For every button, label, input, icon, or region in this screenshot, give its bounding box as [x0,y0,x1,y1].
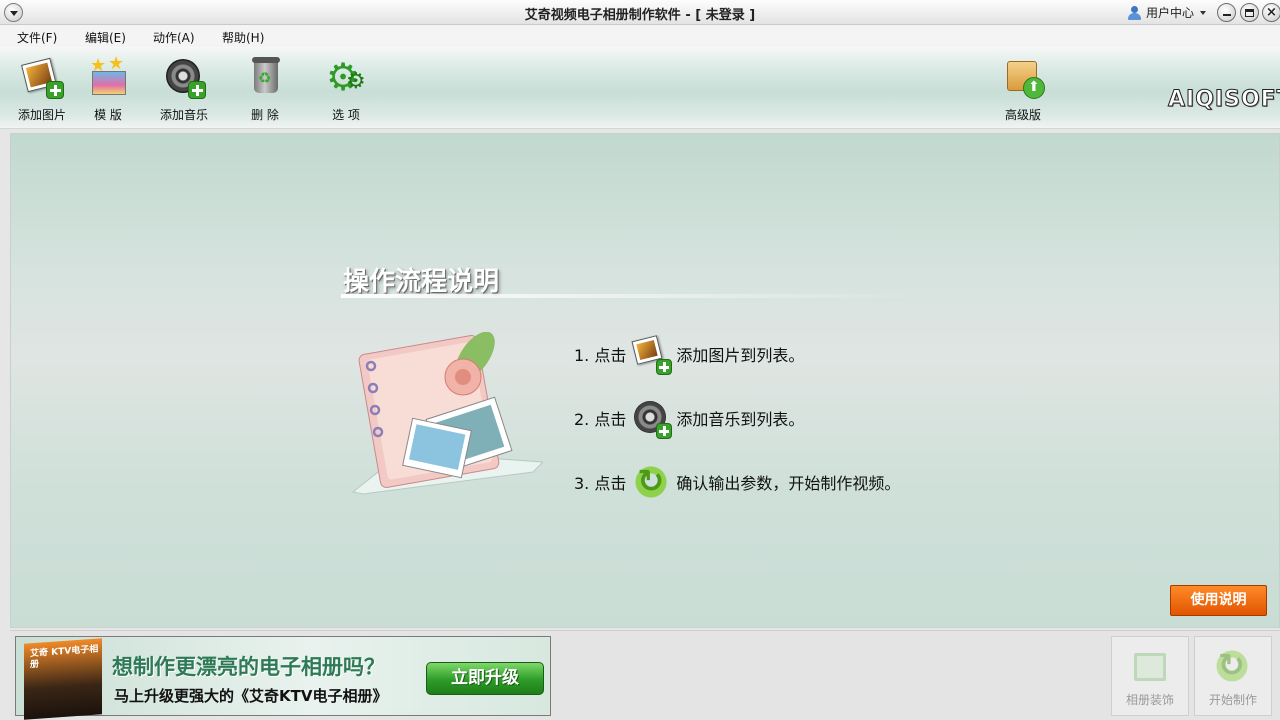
step-prefix: 2. 点击 [574,410,627,429]
menu-help[interactable]: 帮助(H) [222,29,264,46]
close-icon: × [1266,4,1277,20]
maximize-button[interactable] [1240,3,1259,22]
photo-album-illustration [351,332,543,495]
banner-question: 想制作更漂亮的电子相册吗？ [112,655,385,679]
options-button[interactable]: ⚙ ⚙ 选 项 [314,55,378,122]
ktv-product-box-icon: 艾奇 KTV电子相册 [24,638,102,720]
help-button[interactable]: 使用说明 [1170,585,1267,616]
add-music-icon [632,399,673,439]
flow-step-3: 3. 点击 确认输出参数，开始制作视频。 [574,450,900,514]
user-center-label: 用户中心 [1146,6,1195,20]
template-icon: ★ ★ [88,53,128,97]
start-making-button[interactable]: 开始制作 [1194,636,1272,716]
delete-button[interactable]: 删 除 [233,57,297,122]
flow-step-2: 2. 点击 添加音乐到列表。 [574,386,900,450]
menu-bar: 文件(F) 编辑(E) 动作(A) 帮助(H) [0,25,1280,47]
toolbar: 添加图片 ★ ★ 模 版 添加音乐 删 除 ⚙⚙ 选 项 高级版 [0,47,1280,129]
aiqisoft-logo: AIQISOFT [1168,87,1280,113]
recycle-bin-icon [245,57,285,97]
title-underline [341,294,921,298]
add-music-label: 添加音乐 [159,108,208,122]
flow-step-1: 1. 点击 添加图片到列表。 [574,322,900,386]
flow-title: 操作流程说明 [343,267,500,297]
menu-edit[interactable]: 编辑(E) [85,29,126,46]
main-panel: 操作流程说明 1. 点击 添加图片到列表。 2. 点击 添加音乐到列表。 3. … [10,133,1280,628]
flow-steps: 1. 点击 添加图片到列表。 2. 点击 添加音乐到列表。 3. 点击 确认输出… [574,322,900,514]
step-text: 添加图片到列表。 [676,346,805,365]
add-photo-label: 添加图片 [17,108,66,122]
gear-icon: ⚙ ⚙ [326,55,366,99]
upgrade-box-icon [1003,57,1045,99]
maximize-icon [1245,8,1254,17]
user-icon [1127,5,1142,20]
add-photo-button[interactable]: 添加图片 [10,57,74,122]
banner-subtitle: 马上升级更强大的《艾奇KTV电子相册》 [114,687,388,705]
minimize-icon [1222,14,1231,16]
user-center-menu[interactable]: 用户中心 [1127,4,1207,21]
upgrade-now-button[interactable]: 立即升级 [426,662,544,695]
premium-button[interactable]: 高级版 [991,57,1055,122]
add-music-button[interactable]: 添加音乐 [152,57,216,122]
minimize-button[interactable] [1217,3,1236,22]
step-text: 确认输出参数，开始制作视频。 [676,474,901,493]
step-prefix: 1. 点击 [574,346,627,365]
delete-label: 删 除 [251,108,279,122]
add-photo-icon [21,57,64,99]
start-icon [1213,646,1253,687]
template-button[interactable]: ★ ★ 模 版 [76,53,140,122]
window-title: 艾奇视频电子相册制作软件 - [ 未登录 ] [524,8,756,23]
caret-down-icon [1200,10,1207,15]
add-music-icon [164,57,206,99]
upgrade-banner[interactable]: 艾奇 KTV电子相册 想制作更漂亮的电子相册吗？ 马上升级更强大的《艾奇KTV电… [15,636,551,720]
album-decoration-label: 相册装饰 [1125,693,1174,707]
menu-file[interactable]: 文件(F) [17,29,57,46]
template-label: 模 版 [94,108,122,122]
close-button[interactable]: × [1262,3,1280,22]
options-label: 选 项 [332,108,360,122]
product-box-text: 艾奇 KTV电子相册 [30,644,99,671]
album-decoration-button[interactable]: 相册装饰 [1111,636,1189,716]
step-prefix: 3. 点击 [574,474,627,493]
menu-action[interactable]: 动作(A) [153,29,195,46]
step-text: 添加音乐到列表。 [676,410,805,429]
title-bar: 艾奇视频电子相册制作软件 - [ 未登录 ] 用户中心 × [0,0,1280,25]
start-making-label: 开始制作 [1208,693,1257,707]
picture-frame-icon [1130,647,1170,687]
add-photo-icon [631,335,673,375]
premium-label: 高级版 [1004,108,1041,122]
start-icon [632,462,670,501]
